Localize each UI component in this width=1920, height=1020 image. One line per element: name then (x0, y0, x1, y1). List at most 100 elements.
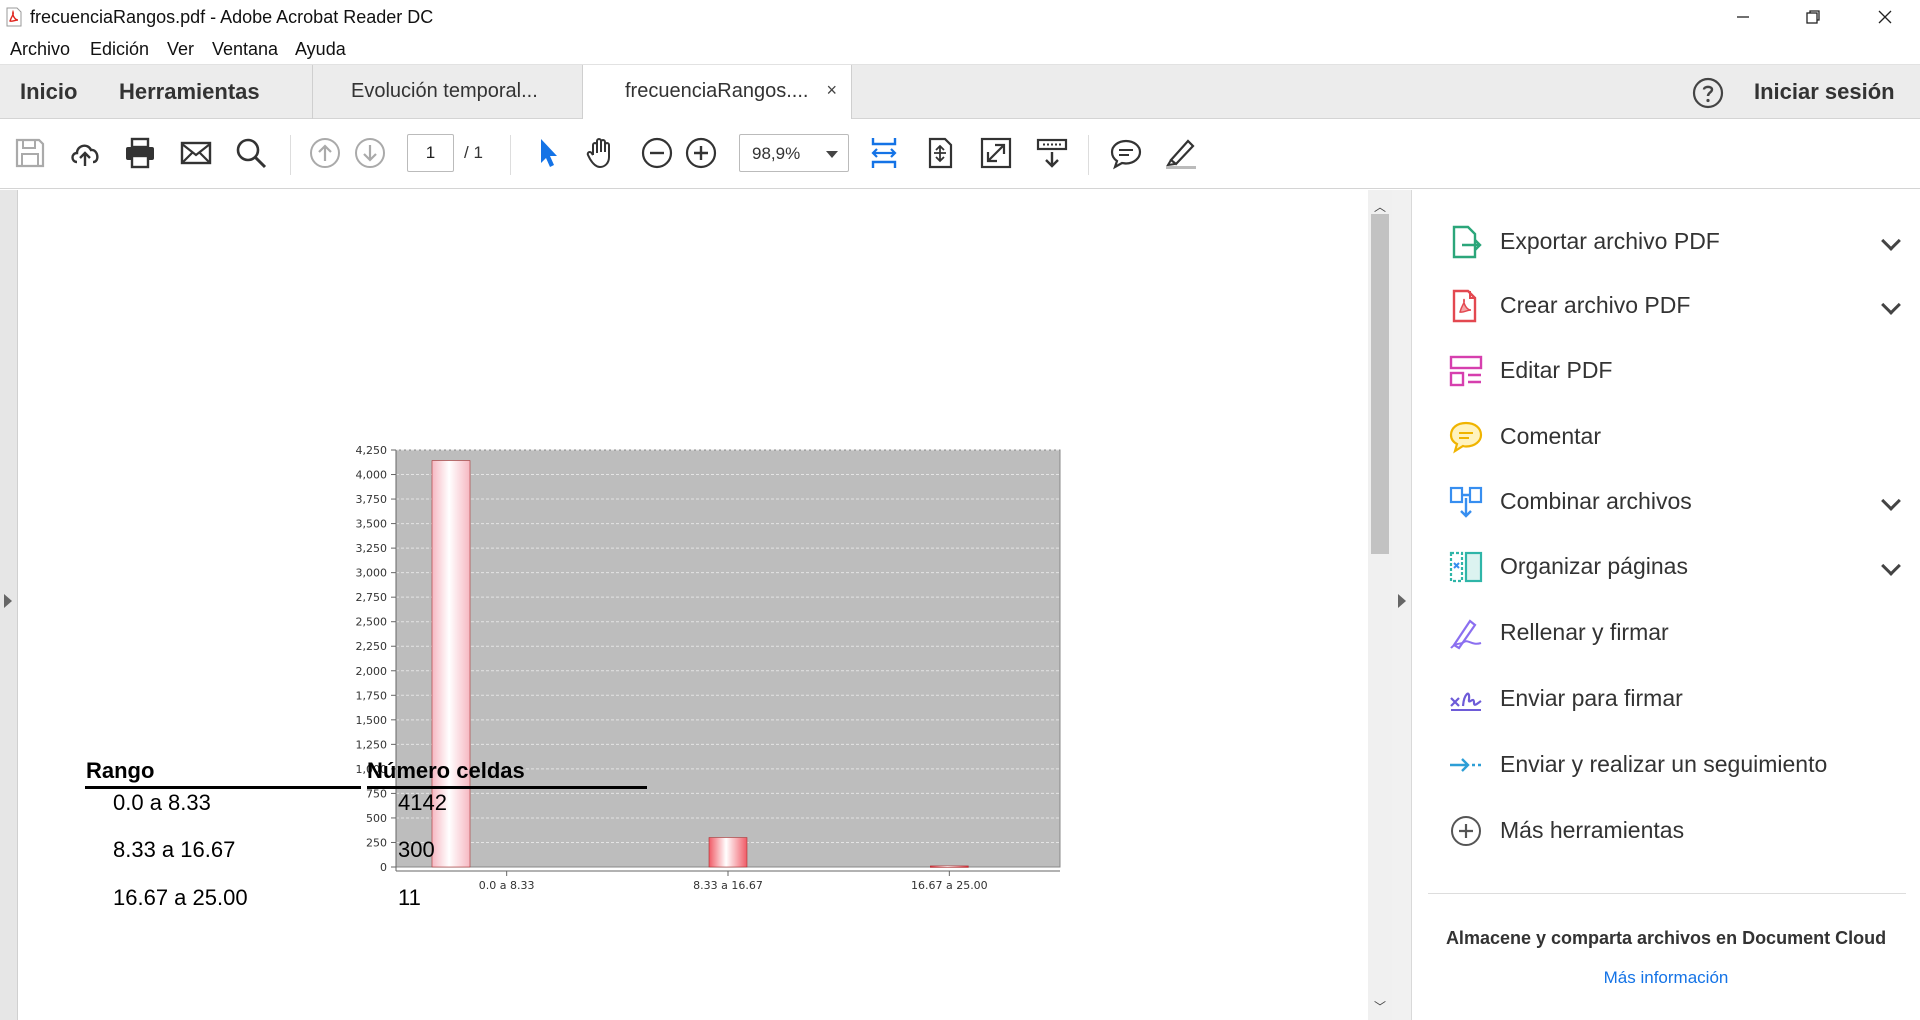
tool-send-sign[interactable]: Enviar para firmar (1448, 675, 1908, 719)
fit-width-button[interactable] (864, 133, 904, 173)
fit-page-icon (928, 137, 953, 169)
menu-ventana[interactable]: Ventana (212, 39, 278, 60)
zoom-out-button[interactable] (637, 133, 677, 173)
table-cell-count: 4142 (398, 790, 447, 815)
chevron-down-icon[interactable] (1881, 491, 1901, 511)
vertical-scrollbar[interactable]: ︿ ﹀ (1368, 190, 1392, 1020)
search-button[interactable] (231, 133, 271, 173)
fit-page-button[interactable] (920, 133, 960, 173)
tool-label: Enviar para firmar (1500, 685, 1683, 711)
hand-tool-button[interactable] (582, 133, 622, 173)
menu-archivo[interactable]: Archivo (10, 39, 70, 60)
toolbar-separator (1088, 135, 1089, 175)
comment-button[interactable] (1106, 133, 1146, 173)
tab-label: Evolución temporal... (351, 80, 538, 102)
save-icon (15, 138, 45, 168)
y-tick-label: 1,500 (356, 714, 388, 727)
close-window-button[interactable] (1850, 0, 1920, 34)
scrollbar-thumb[interactable] (1371, 214, 1389, 554)
fill-sign-icon (1450, 619, 1482, 650)
printer-icon (126, 137, 154, 169)
export-pdf-icon (1452, 225, 1482, 259)
y-tick-label: 250 (366, 836, 387, 849)
tool-send-track[interactable]: Enviar y realizar un seguimiento (1448, 741, 1908, 785)
select-tool-button[interactable] (528, 133, 568, 173)
previous-page-button[interactable] (305, 133, 345, 173)
frequency-bar-chart: 02505007501,0001,2501,5001,7502,0002,250… (356, 444, 1061, 892)
full-screen-button[interactable] (976, 133, 1016, 173)
chevron-down-icon[interactable] (1881, 231, 1901, 251)
more-info-link[interactable]: Más información (1412, 968, 1920, 988)
minimize-button[interactable] (1708, 0, 1778, 34)
table-cell-count: 11 (398, 885, 421, 910)
toolbar-separator (290, 135, 291, 175)
expand-icon (980, 137, 1012, 169)
chevron-down-icon[interactable] (1881, 556, 1901, 576)
highlight-button[interactable] (1161, 133, 1201, 173)
upload-cloud-button[interactable] (65, 133, 105, 173)
right-pane-toggle[interactable] (1392, 190, 1412, 1020)
x-tick-label: 0.0 a 8.33 (479, 879, 535, 892)
y-tick-label: 750 (366, 787, 387, 800)
send-sign-icon (1450, 692, 1482, 711)
page-number-input[interactable] (407, 134, 454, 172)
chevron-right-icon (1398, 594, 1406, 608)
tools-pane: Exportar archivo PDF Crear archivo PDF E… (1412, 190, 1920, 1020)
save-button[interactable] (10, 133, 50, 173)
left-pane-toggle[interactable] (0, 190, 18, 1020)
scroll-up-icon[interactable]: ︿ (1374, 198, 1386, 215)
close-tab-icon[interactable]: × (826, 80, 837, 101)
scroll-mode-button[interactable] (1032, 133, 1072, 173)
menu-ayuda[interactable]: Ayuda (295, 39, 346, 60)
tool-comment[interactable]: Comentar (1448, 413, 1908, 457)
x-tick-label: 16.67 a 25.00 (911, 879, 988, 892)
tool-label: Crear archivo PDF (1500, 292, 1691, 318)
menu-edicion[interactable]: Edición (90, 39, 149, 60)
send-track-icon (1450, 758, 1481, 772)
tab-document-evolucion[interactable]: Evolución temporal... (312, 65, 582, 119)
y-tick-label: 4,250 (356, 444, 388, 457)
comment-icon (1449, 421, 1483, 454)
help-icon[interactable] (1692, 77, 1724, 109)
cursor-arrow-icon (541, 139, 557, 167)
document-cloud-promo: Almacene y comparta archivos en Document… (1445, 928, 1887, 948)
email-button[interactable] (176, 133, 216, 173)
hand-icon (586, 138, 610, 169)
tab-herramientas[interactable]: Herramientas (119, 79, 260, 105)
tool-organize-pages[interactable]: Organizar páginas (1448, 543, 1908, 587)
chevron-right-icon (4, 594, 12, 608)
minimize-icon (1737, 16, 1749, 18)
tool-edit-pdf[interactable]: Editar PDF (1448, 347, 1908, 391)
menu-ver[interactable]: Ver (167, 39, 194, 60)
tool-export-pdf[interactable]: Exportar archivo PDF (1448, 218, 1908, 262)
window-title: frecuenciaRangos.pdf - Adobe Acrobat Rea… (30, 7, 434, 27)
edit-pdf-icon (1449, 355, 1483, 387)
zoom-dropdown[interactable]: 98,9% (739, 134, 849, 172)
more-tools-icon (1451, 816, 1481, 846)
tool-fill-sign[interactable]: Rellenar y firmar (1448, 609, 1908, 653)
mail-icon (180, 141, 212, 165)
tool-label: Comentar (1500, 423, 1601, 449)
tab-document-frecuencia[interactable]: frecuenciaRangos.... × (582, 65, 852, 120)
toolbar-separator (510, 135, 511, 175)
restore-button[interactable] (1778, 0, 1848, 34)
chevron-down-icon[interactable] (1881, 295, 1901, 315)
zoom-in-button[interactable] (681, 133, 721, 173)
scroll-mode-icon (1036, 138, 1068, 168)
signin-link[interactable]: Iniciar sesión (1754, 79, 1895, 105)
scroll-down-icon[interactable]: ﹀ (1374, 998, 1386, 1015)
tool-combine-files[interactable]: Combinar archivos (1448, 478, 1908, 522)
print-button[interactable] (120, 133, 160, 173)
chart-plot-area (395, 449, 1061, 868)
panel-divider (1428, 893, 1906, 894)
y-tick-label: 1,750 (356, 689, 388, 702)
tool-more-tools[interactable]: Más herramientas (1448, 807, 1908, 851)
y-tick-label: 2,750 (356, 591, 388, 604)
tab-bar: Inicio Herramientas Evolución temporal..… (0, 64, 1920, 120)
tool-create-pdf[interactable]: Crear archivo PDF (1448, 282, 1908, 326)
next-page-button[interactable] (350, 133, 390, 173)
table-header-numero-celdas: Número celdas (367, 758, 525, 783)
tab-inicio[interactable]: Inicio (20, 79, 77, 105)
y-tick-label: 3,500 (356, 518, 388, 531)
chart-bar (708, 837, 748, 868)
